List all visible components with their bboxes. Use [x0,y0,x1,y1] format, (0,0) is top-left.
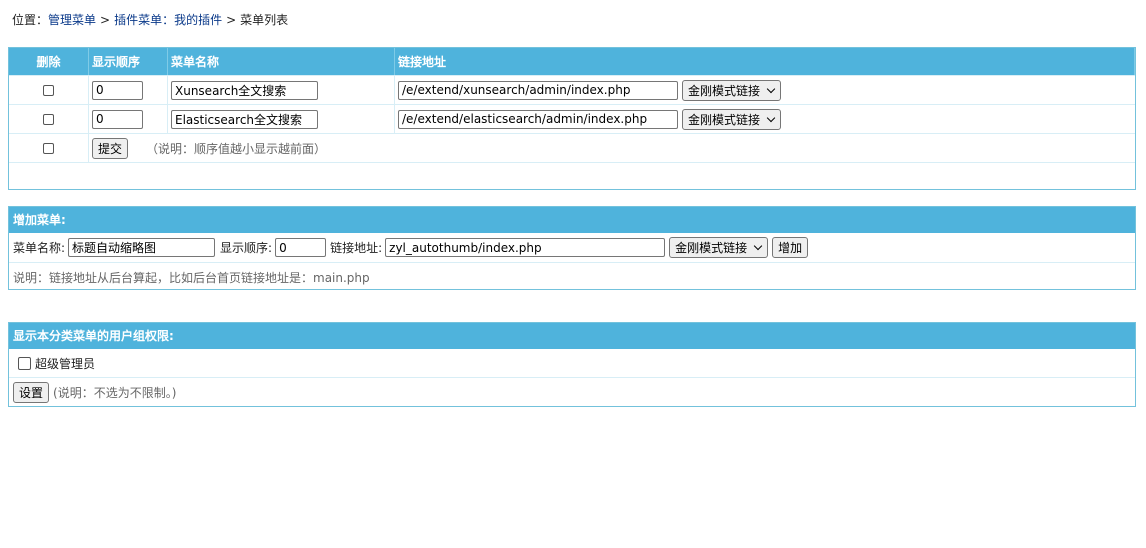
link-mode-value: 金刚模式链接 [688,112,761,127]
delete-checkbox[interactable] [43,113,54,125]
breadcrumb-prefix: 位置： [12,13,49,27]
order-note: （说明：顺序值越小显示越前面） [146,141,327,156]
link-mode-value: 金刚模式链接 [675,241,748,255]
breadcrumb-link-plugin-menu[interactable]: 插件菜单：我的插件 [114,13,222,27]
permission-group-row: 超级管理员 [9,349,1135,377]
add-menu-title: 增加菜单: [9,207,1135,233]
select-all-checkbox[interactable] [43,142,54,154]
permission-title: 显示本分类菜单的用户组权限: [9,323,1135,349]
permission-note: (说明：不选为不限制。) [53,385,177,400]
order-input[interactable] [92,80,143,100]
menu-name-input[interactable] [171,109,318,129]
menu-name-input[interactable] [171,80,318,100]
menu-list-panel: 删除 显示顺序 菜单名称 链接地址 金刚模式链接 金刚模式链接 提交 （说明：顺… [8,47,1136,190]
link-mode-value: 金刚模式链接 [688,83,761,98]
header-link-url: 链接地址 [395,48,1135,75]
breadcrumb-separator: > [226,13,237,27]
header-delete: 删除 [9,48,89,75]
add-menu-form-row: 菜单名称: 显示顺序: 链接地址: 金刚模式链接 增加 [9,233,1135,262]
submit-button[interactable]: 提交 [92,137,129,159]
new-menu-name-input[interactable] [68,238,216,257]
chevron-down-icon [753,241,763,251]
add-menu-note-row: 说明：链接地址从后台算起，比如后台首页链接地址是：main.php [9,262,1135,291]
link-url-label: 链接地址: [330,241,383,255]
header-order: 显示顺序 [89,48,168,75]
breadcrumb-current: 菜单列表 [240,13,289,27]
link-url-input[interactable] [398,109,678,129]
header-menu-name: 菜单名称 [168,48,395,75]
breadcrumb-link-manage-menu[interactable]: 管理菜单 [48,13,96,27]
chevron-down-icon [766,84,776,93]
link-mode-select[interactable]: 金刚模式链接 [682,108,782,130]
link-url-note: 说明：链接地址从后台算起，比如后台首页链接地址是：main.php [13,270,370,285]
add-menu-panel: 增加菜单: 菜单名称: 显示顺序: 链接地址: 金刚模式链接 增加 说明：链接地… [8,206,1136,290]
order-input[interactable] [92,109,143,129]
delete-checkbox[interactable] [43,84,54,96]
table-action-row: 提交 （说明：顺序值越小显示越前面） [9,133,1135,162]
new-order-input[interactable] [275,238,327,257]
new-link-mode-select[interactable]: 金刚模式链接 [669,237,769,258]
link-url-input[interactable] [398,80,678,100]
new-link-url-input[interactable] [385,238,666,257]
permission-action-row: 设置 (说明：不选为不限制。) [9,377,1135,406]
breadcrumb: 位置：管理菜单 > 插件菜单：我的插件 > 菜单列表 [12,12,288,28]
table-row: 金刚模式链接 [9,104,1135,133]
chevron-down-icon [766,113,776,122]
add-menu-button[interactable]: 增加 [772,237,809,258]
set-permission-button[interactable]: 设置 [13,381,50,403]
menu-name-label: 菜单名称: [13,241,66,255]
menu-table-header: 删除 显示顺序 菜单名称 链接地址 [9,48,1135,75]
order-label: 显示顺序: [220,241,273,255]
super-admin-checkbox[interactable] [18,356,31,370]
super-admin-label[interactable]: 超级管理员 [35,355,95,372]
table-row: 金刚模式链接 [9,75,1135,104]
table-spacer-row [9,162,1135,190]
link-mode-select[interactable]: 金刚模式链接 [682,79,782,101]
permission-panel: 显示本分类菜单的用户组权限: 超级管理员 设置 (说明：不选为不限制。) [8,322,1136,407]
breadcrumb-separator: > [100,13,111,27]
